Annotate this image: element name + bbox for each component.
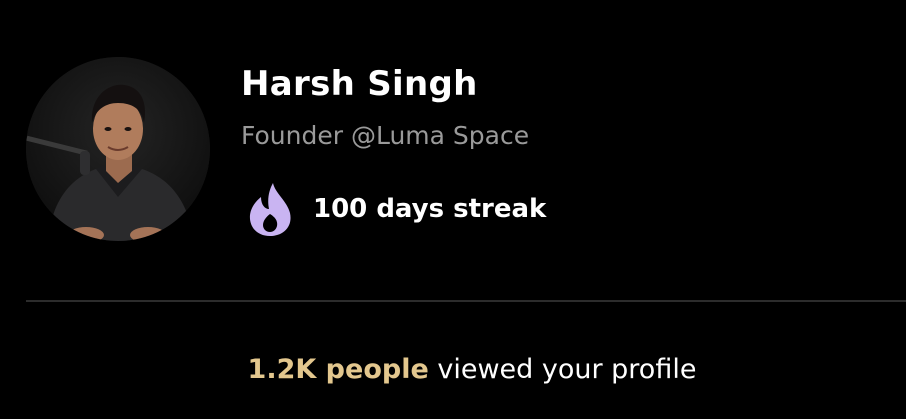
avatar[interactable] <box>26 57 210 241</box>
profile-name: Harsh Singh <box>241 64 478 104</box>
views-highlight: 1.2K people <box>247 354 429 385</box>
flame-icon <box>249 183 291 236</box>
profile-role: Founder @Luma Space <box>241 121 530 150</box>
views-text: viewed your profile <box>428 354 697 385</box>
avatar-photo <box>26 57 210 241</box>
streak-label: 100 days streak <box>313 194 547 224</box>
profile-card: Harsh Singh Founder @Luma Space 100 days… <box>0 0 906 419</box>
divider <box>26 300 906 302</box>
streak-badge: 100 days streak <box>247 180 546 238</box>
profile-views[interactable]: 1.2K people viewed your profile <box>0 354 906 385</box>
